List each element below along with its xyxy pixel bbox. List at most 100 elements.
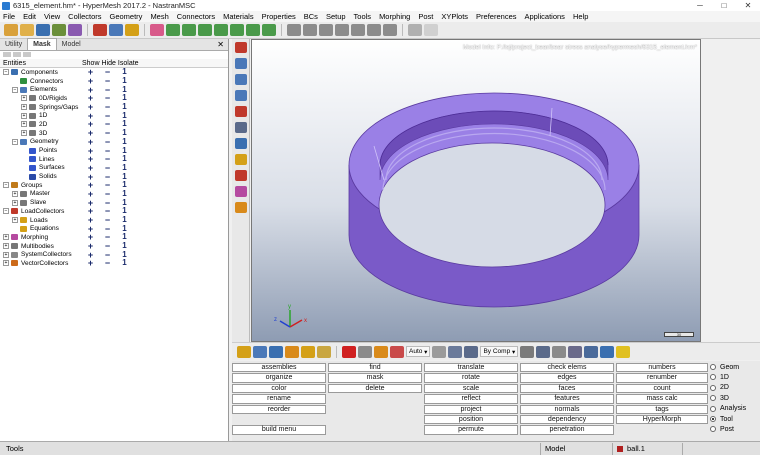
normals-button[interactable]: normals xyxy=(520,404,614,414)
expand-icon[interactable]: + xyxy=(21,121,27,128)
faces-button[interactable]: faces xyxy=(520,383,614,394)
collapse-icon[interactable]: − xyxy=(12,86,18,93)
permute-button[interactable]: permute xyxy=(424,425,518,435)
mass-calc-button[interactable]: mass calc xyxy=(616,394,708,404)
favorite-star-icon[interactable] xyxy=(616,345,631,358)
tree-row[interactable]: Equations + −1 xyxy=(0,224,228,233)
build-menu-button[interactable]: build menu xyxy=(232,425,326,435)
mask-icon[interactable] xyxy=(237,345,251,358)
status-current-component[interactable]: ball.1 xyxy=(612,442,682,455)
delete-icon[interactable] xyxy=(342,345,356,358)
surface-style-icon[interactable] xyxy=(568,345,583,358)
hide-button[interactable]: − xyxy=(99,103,116,112)
lighting-icon[interactable] xyxy=(432,345,447,358)
minimize-button[interactable]: ─ xyxy=(688,0,712,11)
tree-row[interactable]: + Loads + −1 xyxy=(0,216,228,225)
page-radio-1d[interactable]: 1D xyxy=(710,372,729,382)
element-shape-icon[interactable] xyxy=(448,345,463,358)
hide-button[interactable]: − xyxy=(99,216,116,225)
menu-setup[interactable]: Setup xyxy=(322,11,350,22)
collapse-icon[interactable]: − xyxy=(3,182,9,189)
menu-view[interactable]: View xyxy=(40,11,64,22)
tree-row[interactable]: Connectors + −1 xyxy=(0,77,228,86)
show-button[interactable]: + xyxy=(82,259,99,268)
tree-row[interactable]: +3D + −1 xyxy=(0,129,228,138)
shaded-elements-icon[interactable] xyxy=(235,58,247,69)
tree-row[interactable]: + VectorCollectors + −1 xyxy=(0,259,228,268)
expand-icon[interactable]: + xyxy=(21,130,27,137)
geometry-style-icon[interactable] xyxy=(464,345,479,358)
hypermorph-button[interactable]: HyperMorph xyxy=(616,415,708,425)
hide-button[interactable]: − xyxy=(99,163,116,172)
find-button[interactable]: find xyxy=(328,363,422,373)
page-radio-post[interactable]: Post xyxy=(710,424,734,434)
isolate-button[interactable]: 1 xyxy=(116,103,133,111)
assemblies-button[interactable]: assemblies xyxy=(232,363,326,373)
tree-row[interactable]: +1D + −1 xyxy=(0,111,228,120)
page-radio-2d[interactable]: 2D xyxy=(710,383,729,393)
view-back-icon[interactable] xyxy=(246,24,260,36)
menu-geometry[interactable]: Geometry xyxy=(106,11,147,22)
view-bottom-icon[interactable] xyxy=(182,24,196,36)
zoom-in-icon[interactable] xyxy=(150,24,164,36)
hide-button[interactable]: − xyxy=(99,242,116,251)
center-icon[interactable] xyxy=(383,24,397,36)
monitor-icon[interactable] xyxy=(600,345,615,358)
tree-row[interactable]: − Elements + −1 xyxy=(0,85,228,94)
tags-button[interactable]: tags xyxy=(616,404,708,414)
color-button[interactable]: color xyxy=(232,383,326,394)
hide-button[interactable]: − xyxy=(99,77,116,86)
tree-row[interactable]: − Components + −1 xyxy=(0,68,228,77)
features-button[interactable]: features xyxy=(520,394,614,404)
menu-post[interactable]: Post xyxy=(414,11,437,22)
collapse-icon[interactable]: − xyxy=(12,138,18,145)
menu-preferences[interactable]: Preferences xyxy=(472,11,520,22)
tree-row[interactable]: Solids + −1 xyxy=(0,172,228,181)
line-style-icon[interactable] xyxy=(552,345,567,358)
rotate-button[interactable]: rotate xyxy=(424,373,518,383)
expand-icon[interactable]: + xyxy=(3,251,9,258)
collapse-icon[interactable]: − xyxy=(3,69,9,76)
tree-row[interactable]: Points + −1 xyxy=(0,146,228,155)
page-radio-3d[interactable]: 3D xyxy=(710,393,729,403)
menu-properties[interactable]: Properties xyxy=(258,11,300,22)
numbers-button[interactable]: numbers xyxy=(616,363,708,373)
user-profile-icon[interactable] xyxy=(109,24,123,36)
filter-icon[interactable] xyxy=(3,52,11,57)
tree-row[interactable]: − LoadCollectors + −1 xyxy=(0,207,228,216)
close-button[interactable]: ✕ xyxy=(736,0,760,11)
tab-mask[interactable]: Mask xyxy=(27,38,57,50)
collector-icon[interactable] xyxy=(125,24,139,36)
rename-button[interactable]: rename xyxy=(232,394,326,404)
shrink-icon[interactable] xyxy=(536,345,551,358)
menu-edit[interactable]: Edit xyxy=(19,11,40,22)
view-iso-icon[interactable] xyxy=(262,24,276,36)
penetration-button[interactable]: penetration xyxy=(520,425,614,435)
import-icon[interactable] xyxy=(52,24,66,36)
hide-button[interactable]: − xyxy=(99,259,116,268)
position-button[interactable]: position xyxy=(424,415,518,425)
expand-icon[interactable]: + xyxy=(21,104,27,111)
expand-icon[interactable]: + xyxy=(3,260,9,267)
menu-file[interactable]: File xyxy=(0,11,19,22)
display-toggle-icon[interactable] xyxy=(317,345,331,358)
isolate-button[interactable]: 1 xyxy=(116,137,133,146)
view-left-icon[interactable] xyxy=(198,24,212,36)
collapse-icon[interactable]: − xyxy=(3,208,9,215)
save-model-icon[interactable] xyxy=(36,24,50,36)
numbers-display-icon[interactable] xyxy=(235,154,247,165)
component-color-icon[interactable] xyxy=(93,24,107,36)
expand-icon[interactable]: + xyxy=(12,217,18,224)
result-label-icon[interactable] xyxy=(235,186,247,197)
clear-icon[interactable] xyxy=(358,345,372,358)
mesh-lines-icon[interactable] xyxy=(520,345,535,358)
expand-icon[interactable]: + xyxy=(12,199,18,206)
show-button[interactable]: + xyxy=(82,137,99,146)
expand-icon[interactable]: + xyxy=(3,234,9,241)
menu-collectors[interactable]: Collectors xyxy=(64,11,105,22)
organize-button[interactable]: organize xyxy=(232,373,326,383)
wireframe-icon[interactable] xyxy=(235,74,247,85)
delete-button[interactable]: delete xyxy=(328,383,422,394)
show-button[interactable]: + xyxy=(82,242,99,251)
tree-row[interactable]: + Slave + −1 xyxy=(0,198,228,207)
